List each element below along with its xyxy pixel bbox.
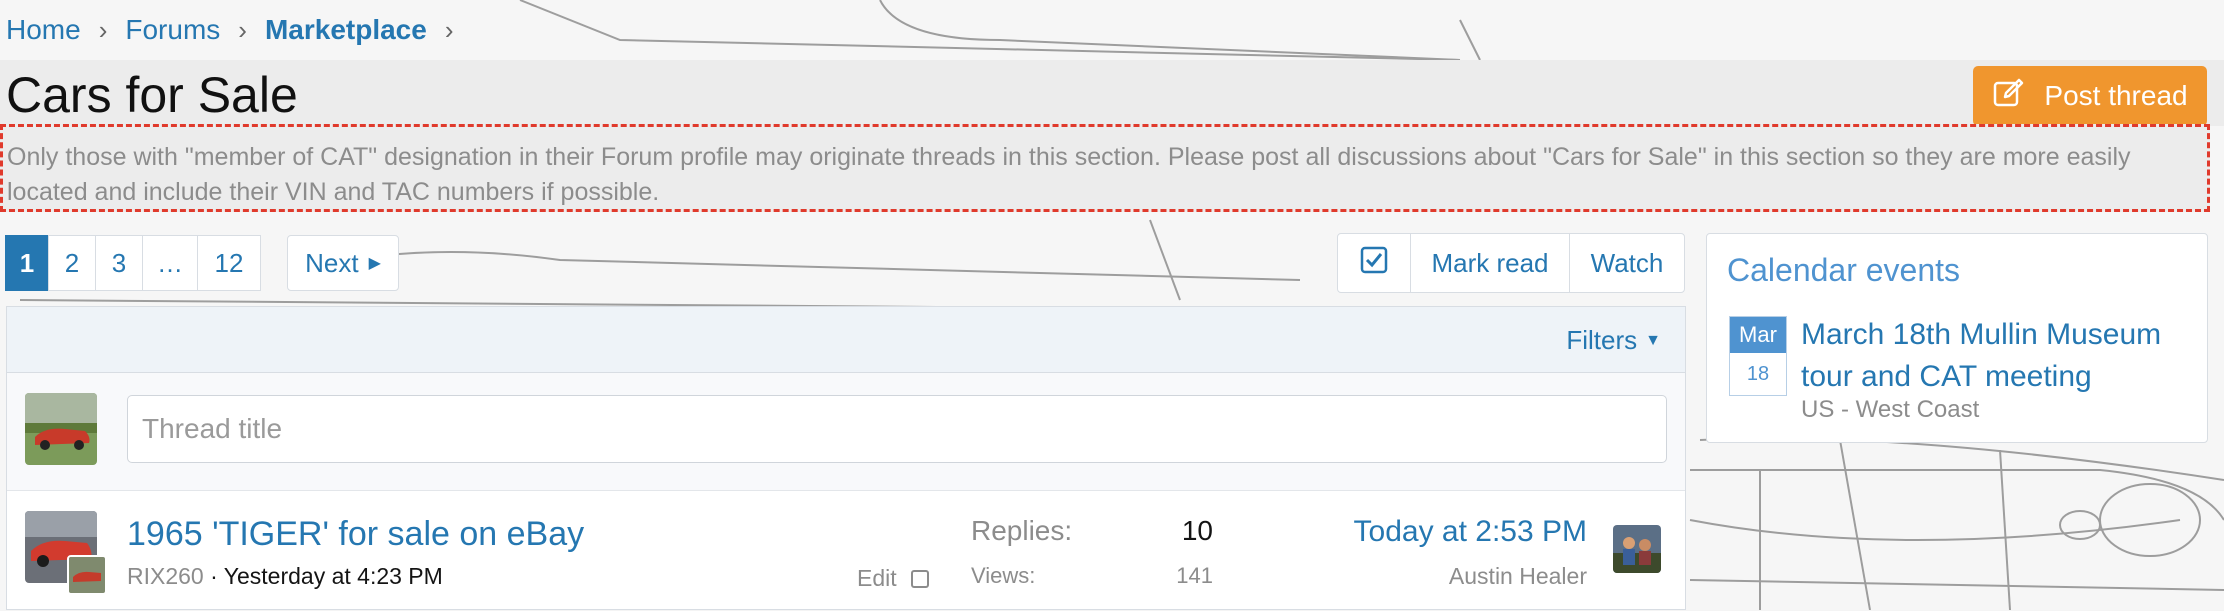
- event-date-badge: Mar 18: [1729, 316, 1787, 396]
- chevron-right-icon: ›: [98, 14, 108, 45]
- chevron-right-icon: ›: [444, 14, 454, 45]
- edit-label[interactable]: Edit: [857, 565, 897, 592]
- next-page-label: Next: [305, 247, 359, 278]
- post-thread-label: Post thread: [2044, 80, 2188, 111]
- thread-list-actions: Mark read Watch: [1337, 233, 1685, 293]
- breadcrumb: Home › Forums › Marketplace ›: [6, 14, 472, 46]
- forum-description: Only those with "member of CAT" designat…: [0, 124, 2210, 212]
- post-thread-button[interactable]: Post thread: [1973, 66, 2207, 126]
- thread-start-date[interactable]: Yesterday at 4:23 PM: [224, 563, 443, 589]
- mark-read-button[interactable]: Mark read: [1410, 234, 1569, 292]
- avatar[interactable]: [25, 393, 97, 465]
- filters-label: Filters: [1566, 325, 1638, 355]
- replies-label: Replies:: [971, 515, 1073, 546]
- thread-meta: RIX260 · Yesterday at 4:23 PM: [127, 563, 443, 590]
- event-title-link[interactable]: March 18th Mullin Museum tour and CAT me…: [1801, 314, 2201, 398]
- checkbox-icon: [1360, 246, 1388, 281]
- meta-separator: ·: [210, 563, 224, 589]
- breadcrumb-home-link[interactable]: Home: [6, 14, 81, 46]
- avatar[interactable]: [1613, 525, 1661, 573]
- select-toggle-button[interactable]: [1338, 234, 1410, 292]
- views-count: 141: [1176, 563, 1213, 588]
- breadcrumb-forums-link[interactable]: Forums: [125, 14, 220, 46]
- event-day: 18: [1746, 362, 1770, 385]
- page-2-link[interactable]: 2: [48, 235, 96, 291]
- thread-title-input[interactable]: Thread title: [127, 395, 1667, 463]
- watch-button[interactable]: Watch: [1569, 234, 1684, 292]
- title-band: [0, 60, 2224, 126]
- edit-control: Edit: [857, 565, 929, 592]
- event-location: US - West Coast: [1801, 396, 1980, 423]
- thread-title-link[interactable]: 1965 'TIGER' for sale on eBay: [127, 515, 584, 554]
- page-3-link[interactable]: 3: [95, 235, 143, 291]
- pagination: 1 2 3 … 12: [5, 235, 261, 291]
- page-title: Cars for Sale: [6, 67, 298, 123]
- replies-count: 10: [1181, 515, 1213, 546]
- chevron-right-icon: ›: [238, 14, 247, 45]
- filters-bar: Filters ▼: [7, 307, 1685, 373]
- calendar-events-widget: Calendar events Mar 18 March 18th Mullin…: [1706, 233, 2208, 443]
- last-post-time-link[interactable]: Today at 2:53 PM: [1354, 515, 1587, 549]
- compose-icon: [1992, 76, 2026, 117]
- new-thread-row: Thread title: [7, 373, 1685, 491]
- last-post-user-link[interactable]: Austin Healer: [1449, 563, 1587, 590]
- thread-row: 1965 'TIGER' for sale on eBay RIX260 · Y…: [7, 491, 1685, 611]
- page-12-link[interactable]: 12: [197, 235, 261, 291]
- caret-down-icon: ▼: [1645, 331, 1661, 349]
- avatar[interactable]: [67, 555, 107, 595]
- thread-list: Filters ▼ Thread title 1965 'TIGER' for …: [6, 306, 1686, 610]
- page-ellipsis[interactable]: …: [142, 235, 198, 291]
- caret-right-icon: ▶: [368, 255, 381, 272]
- next-page-button[interactable]: Next ▶: [287, 235, 399, 291]
- thread-author-link[interactable]: RIX260: [127, 563, 204, 589]
- thread-select-checkbox[interactable]: [910, 569, 929, 588]
- filters-button[interactable]: Filters ▼: [1566, 325, 1661, 356]
- views-label: Views:: [971, 563, 1036, 588]
- page-1-link[interactable]: 1: [5, 235, 49, 291]
- calendar-events-heading[interactable]: Calendar events: [1727, 252, 1960, 289]
- breadcrumb-marketplace-link[interactable]: Marketplace: [265, 14, 427, 46]
- event-month: Mar: [1730, 317, 1786, 353]
